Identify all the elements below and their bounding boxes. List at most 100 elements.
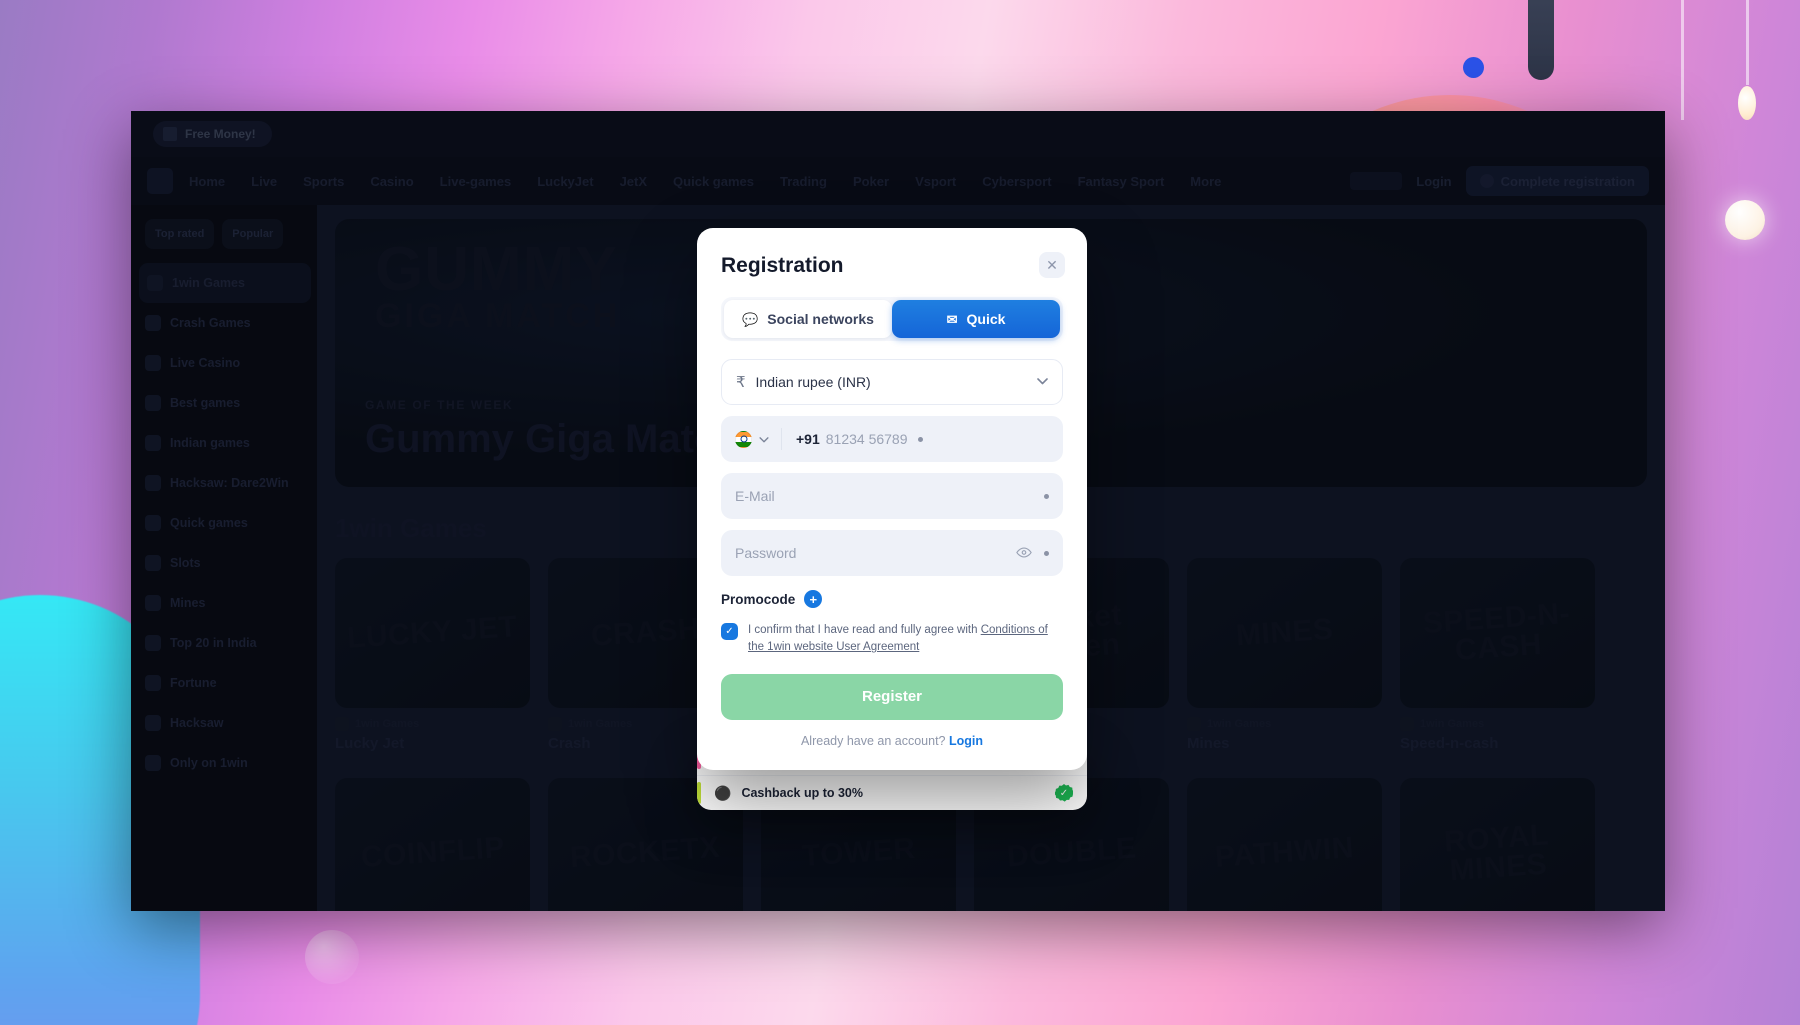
- registration-method-tabs: 💬 Social networks ✉ Quick: [721, 297, 1063, 341]
- sidebar-item-icon: [147, 275, 163, 291]
- sidebar-item-label: 1win Games: [172, 276, 245, 290]
- sidebar-item-label: Slots: [170, 556, 201, 570]
- india-flag-icon: [735, 430, 752, 448]
- nav-link[interactable]: Home: [189, 174, 225, 189]
- phone-field[interactable]: +91 81234 56789: [721, 416, 1063, 462]
- bonus-item[interactable]: ⚫ Cashback up to 30% ✓: [697, 775, 1087, 810]
- sidebar-item[interactable]: Indian games: [145, 423, 317, 463]
- registration-modal: Registration ✕ 💬 Social networks ✉ Quick…: [697, 228, 1087, 770]
- sidebar-item[interactable]: Top 20 in India: [145, 623, 317, 663]
- add-promocode-button[interactable]: +: [804, 590, 823, 608]
- sidebar-item[interactable]: Best games: [145, 383, 317, 423]
- promocode-row: Promocode +: [721, 590, 1063, 608]
- eye-icon[interactable]: [1016, 545, 1032, 561]
- sidebar-item-icon: [145, 555, 161, 571]
- sidebar-item-label: Best games: [170, 396, 241, 410]
- sidebar-item[interactable]: Fortune: [145, 663, 317, 703]
- sidebar-item[interactable]: Quick games: [145, 503, 317, 543]
- bonus-accent-bar: [697, 782, 701, 804]
- sidebar-item[interactable]: 1win Games: [139, 263, 311, 303]
- site-login-button[interactable]: Login: [1416, 174, 1451, 189]
- nav-link[interactable]: Vsport: [915, 174, 956, 189]
- nav-link[interactable]: Casino: [370, 174, 413, 189]
- password-input[interactable]: Password: [735, 545, 1016, 561]
- language-selector[interactable]: [1350, 172, 1403, 190]
- sidebar-item-icon: [145, 595, 161, 611]
- tab-quick[interactable]: ✉ Quick: [892, 300, 1060, 338]
- sidebar-item[interactable]: Hacksaw: Dare2Win: [145, 463, 317, 503]
- email-input[interactable]: E-Mail: [735, 488, 1034, 504]
- modal-title: Registration: [721, 254, 844, 277]
- nav-link[interactable]: Trading: [780, 174, 827, 189]
- wallpaper-bulb-large: [1725, 200, 1765, 240]
- site-register-button[interactable]: Complete registration: [1465, 166, 1649, 196]
- game-card[interactable]: MINES 1win Games Mines: [1187, 558, 1382, 752]
- agreement-row: ✓ I confirm that I have read and fully a…: [721, 622, 1063, 657]
- game-card-provider-label: 1win Games: [355, 718, 420, 730]
- sidebar-chip[interactable]: Popular: [222, 219, 284, 249]
- nav-link[interactable]: LuckyJet: [537, 174, 593, 189]
- login-link[interactable]: Login: [949, 734, 983, 748]
- nav-link[interactable]: Quick games: [673, 174, 754, 189]
- provider-icon: [1400, 717, 1414, 731]
- tab-social-networks-label: Social networks: [767, 311, 874, 327]
- nav-link[interactable]: Live: [251, 174, 277, 189]
- free-money-promo[interactable]: Free Money!: [153, 121, 272, 147]
- close-icon[interactable]: ✕: [1039, 252, 1065, 278]
- sidebar-item[interactable]: Hacksaw: [145, 703, 317, 743]
- sidebar-item[interactable]: Crash Games: [145, 303, 317, 343]
- sidebar-item-label: Fortune: [170, 676, 217, 690]
- game-card[interactable]: SPEED-N-CASH 1win Games Speed-n-cash: [1400, 558, 1595, 752]
- game-card[interactable]: PATHWIN: [1187, 778, 1382, 911]
- wallpaper-blue-dot: [1463, 57, 1484, 78]
- game-card-art: SPEED-N-CASH: [1400, 558, 1595, 708]
- country-code-selector[interactable]: [735, 430, 781, 448]
- sidebar-item[interactable]: Slots: [145, 543, 317, 583]
- nav-link[interactable]: Cybersport: [982, 174, 1051, 189]
- register-button[interactable]: Register: [721, 673, 1063, 720]
- game-card-provider-label: 1win Games: [1207, 718, 1272, 730]
- verified-check-icon: ✓: [1055, 784, 1073, 802]
- nav-link[interactable]: Fantasy Sport: [1078, 174, 1165, 189]
- phone-input[interactable]: 81234 56789: [826, 431, 908, 447]
- sidebar-item-icon: [145, 675, 161, 691]
- agreement-checkbox[interactable]: ✓: [721, 623, 738, 640]
- game-card-art: ROYAL MINES: [1400, 778, 1595, 911]
- game-card[interactable]: LUCKY JET 1win Games Lucky Jet: [335, 558, 530, 752]
- nav-link[interactable]: JetX: [620, 174, 647, 189]
- game-card[interactable]: COINFLIP: [335, 778, 530, 911]
- email-field[interactable]: E-Mail: [721, 473, 1063, 519]
- game-card-art-text: DOUBLE: [1005, 831, 1138, 874]
- required-indicator: [1044, 550, 1049, 556]
- sidebar-item-icon: [145, 715, 161, 731]
- sidebar-item[interactable]: Only on 1win: [145, 743, 317, 783]
- rupee-icon: ₹: [736, 374, 746, 391]
- site-logo-icon[interactable]: [147, 168, 173, 194]
- game-card-provider: 1win Games: [335, 717, 530, 731]
- free-money-label: Free Money!: [185, 127, 256, 141]
- hero-wordmark-top: GUMMY: [375, 235, 618, 304]
- tab-quick-label: Quick: [966, 311, 1006, 327]
- plus-icon: [1479, 174, 1494, 188]
- sidebar-item-icon: [145, 355, 161, 371]
- sidebar-item-label: Indian games: [170, 436, 250, 450]
- chevron-down-icon: [759, 430, 769, 448]
- sidebar-chip[interactable]: Top rated: [145, 219, 215, 249]
- nav-link[interactable]: Sports: [303, 174, 344, 189]
- site-sidebar: Top rated Popular 1win Games Crash Games Li…: [131, 205, 317, 911]
- provider-icon: [1187, 717, 1201, 731]
- required-indicator: [917, 436, 923, 442]
- nav-link[interactable]: Poker: [853, 174, 889, 189]
- nav-link[interactable]: Live-games: [440, 174, 512, 189]
- nav-link[interactable]: More: [1190, 174, 1221, 189]
- password-field[interactable]: Password: [721, 530, 1063, 576]
- currency-select[interactable]: ₹ Indian rupee (INR): [721, 359, 1063, 405]
- sidebar-item-icon: [145, 475, 161, 491]
- game-card[interactable]: ROYAL MINES: [1400, 778, 1595, 911]
- field-divider: [781, 428, 782, 450]
- game-card-art-text: ROYAL MINES: [1443, 817, 1550, 887]
- sidebar-item[interactable]: Mines: [145, 583, 317, 623]
- tab-social-networks[interactable]: 💬 Social networks: [724, 300, 892, 338]
- agreement-text-prefix: I confirm that I have read and fully agr…: [748, 624, 981, 636]
- sidebar-item[interactable]: Live Casino: [145, 343, 317, 383]
